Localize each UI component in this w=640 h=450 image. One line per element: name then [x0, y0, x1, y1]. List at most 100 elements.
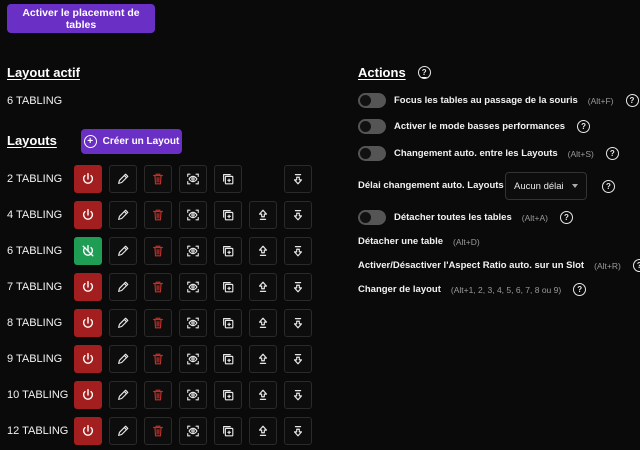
- edit-button[interactable]: [109, 273, 137, 301]
- duplicate-icon: [221, 388, 235, 402]
- trash-icon: [151, 280, 165, 294]
- move-up-button[interactable]: [249, 201, 277, 229]
- duplicate-button[interactable]: [214, 381, 242, 409]
- duplicate-button[interactable]: [214, 237, 242, 265]
- power-button[interactable]: [74, 237, 102, 265]
- help-icon[interactable]: ?: [625, 94, 639, 107]
- move-up-button[interactable]: [249, 309, 277, 337]
- layout-row: 9 TABLING: [0, 345, 340, 373]
- duplicate-button[interactable]: [214, 201, 242, 229]
- layout-row: 10 TABLING: [0, 381, 340, 409]
- move-down-button[interactable]: [284, 309, 312, 337]
- arrow-up-icon: [256, 208, 270, 222]
- help-icon[interactable]: ?: [577, 120, 591, 133]
- edit-button[interactable]: [109, 201, 137, 229]
- delay-select[interactable]: Aucun délai: [505, 172, 587, 200]
- duplicate-button[interactable]: [214, 417, 242, 445]
- layout-row: 12 TABLING: [0, 417, 340, 445]
- layout-name: 7 TABLING: [7, 281, 63, 293]
- delete-button[interactable]: [144, 381, 172, 409]
- delete-button[interactable]: [144, 237, 172, 265]
- power-button[interactable]: [74, 417, 102, 445]
- help-icon[interactable]: ?: [559, 211, 573, 224]
- delete-button[interactable]: [144, 165, 172, 193]
- move-down-button[interactable]: [284, 273, 312, 301]
- duplicate-button[interactable]: [214, 345, 242, 373]
- move-up-button[interactable]: [249, 417, 277, 445]
- focus-button[interactable]: [179, 201, 207, 229]
- duplicate-button[interactable]: [214, 273, 242, 301]
- move-down-button[interactable]: [284, 237, 312, 265]
- power-button[interactable]: [74, 345, 102, 373]
- delete-button[interactable]: [144, 273, 172, 301]
- power-button[interactable]: [74, 201, 102, 229]
- move-down-button[interactable]: [284, 201, 312, 229]
- layout-name: 6 TABLING: [7, 245, 63, 257]
- layout-name: 12 TABLING: [7, 425, 69, 437]
- auto-change-toggle[interactable]: [358, 146, 386, 161]
- power-button[interactable]: [74, 273, 102, 301]
- edit-button[interactable]: [109, 417, 137, 445]
- focus-button[interactable]: [179, 309, 207, 337]
- delete-button[interactable]: [144, 201, 172, 229]
- focus-button[interactable]: [179, 237, 207, 265]
- delay-select-value: Aucun délai: [514, 180, 564, 192]
- eye-focus-icon: [186, 244, 200, 258]
- move-up-button[interactable]: [249, 237, 277, 265]
- edit-button[interactable]: [109, 345, 137, 373]
- focus-button[interactable]: [179, 273, 207, 301]
- duplicate-button[interactable]: [214, 165, 242, 193]
- help-icon[interactable]: ?: [632, 259, 640, 272]
- focus-tables-toggle[interactable]: [358, 93, 386, 108]
- detach-all-row: Détacher toutes les tables (Alt+A) ?: [358, 210, 573, 225]
- delete-button[interactable]: [144, 345, 172, 373]
- duplicate-button[interactable]: [214, 309, 242, 337]
- detach-all-label: Détacher toutes les tables: [394, 212, 512, 223]
- help-icon[interactable]: ?: [602, 180, 615, 193]
- power-icon: [81, 424, 95, 438]
- trash-icon: [151, 424, 165, 438]
- activate-table-placement-button[interactable]: Activer le placement de tables: [7, 4, 155, 33]
- power-button[interactable]: [74, 381, 102, 409]
- eye-focus-icon: [186, 352, 200, 366]
- power-icon: [81, 172, 95, 186]
- power-button[interactable]: [74, 165, 102, 193]
- help-icon[interactable]: ?: [605, 147, 619, 160]
- move-down-button[interactable]: [284, 165, 312, 193]
- power-icon: [81, 352, 95, 366]
- arrow-down-icon: [291, 280, 305, 294]
- move-up-button[interactable]: [249, 345, 277, 373]
- active-layout-value: 6 TABLING: [7, 95, 63, 107]
- layout-row: 6 TABLING: [0, 237, 340, 265]
- detach-all-toggle[interactable]: [358, 210, 386, 225]
- help-icon[interactable]: ?: [573, 283, 587, 296]
- move-up-button[interactable]: [249, 381, 277, 409]
- edit-button[interactable]: [109, 309, 137, 337]
- delete-button[interactable]: [144, 417, 172, 445]
- focus-button[interactable]: [179, 345, 207, 373]
- help-icon[interactable]: ?: [417, 66, 431, 79]
- edit-button[interactable]: [109, 381, 137, 409]
- focus-button[interactable]: [179, 165, 207, 193]
- create-layout-button[interactable]: + Créer un Layout: [81, 129, 182, 154]
- focus-button[interactable]: [179, 417, 207, 445]
- layout-name: 8 TABLING: [7, 317, 63, 329]
- delete-button[interactable]: [144, 309, 172, 337]
- pencil-icon: [116, 424, 130, 438]
- move-down-button[interactable]: [284, 381, 312, 409]
- detach-one-row: Détacher une table (Alt+D): [358, 236, 480, 247]
- arrow-down-icon: [291, 424, 305, 438]
- move-down-button[interactable]: [284, 417, 312, 445]
- focus-button[interactable]: [179, 381, 207, 409]
- edit-button[interactable]: [109, 237, 137, 265]
- low-perf-toggle[interactable]: [358, 119, 386, 134]
- duplicate-icon: [221, 244, 235, 258]
- move-down-button[interactable]: [284, 345, 312, 373]
- power-button[interactable]: [74, 309, 102, 337]
- actions-heading-label: Actions: [358, 65, 406, 80]
- duplicate-icon: [221, 280, 235, 294]
- delay-row: Délai changement auto. Layouts: [358, 180, 504, 191]
- move-up-button[interactable]: [249, 273, 277, 301]
- chevron-down-icon: [572, 184, 578, 188]
- edit-button[interactable]: [109, 165, 137, 193]
